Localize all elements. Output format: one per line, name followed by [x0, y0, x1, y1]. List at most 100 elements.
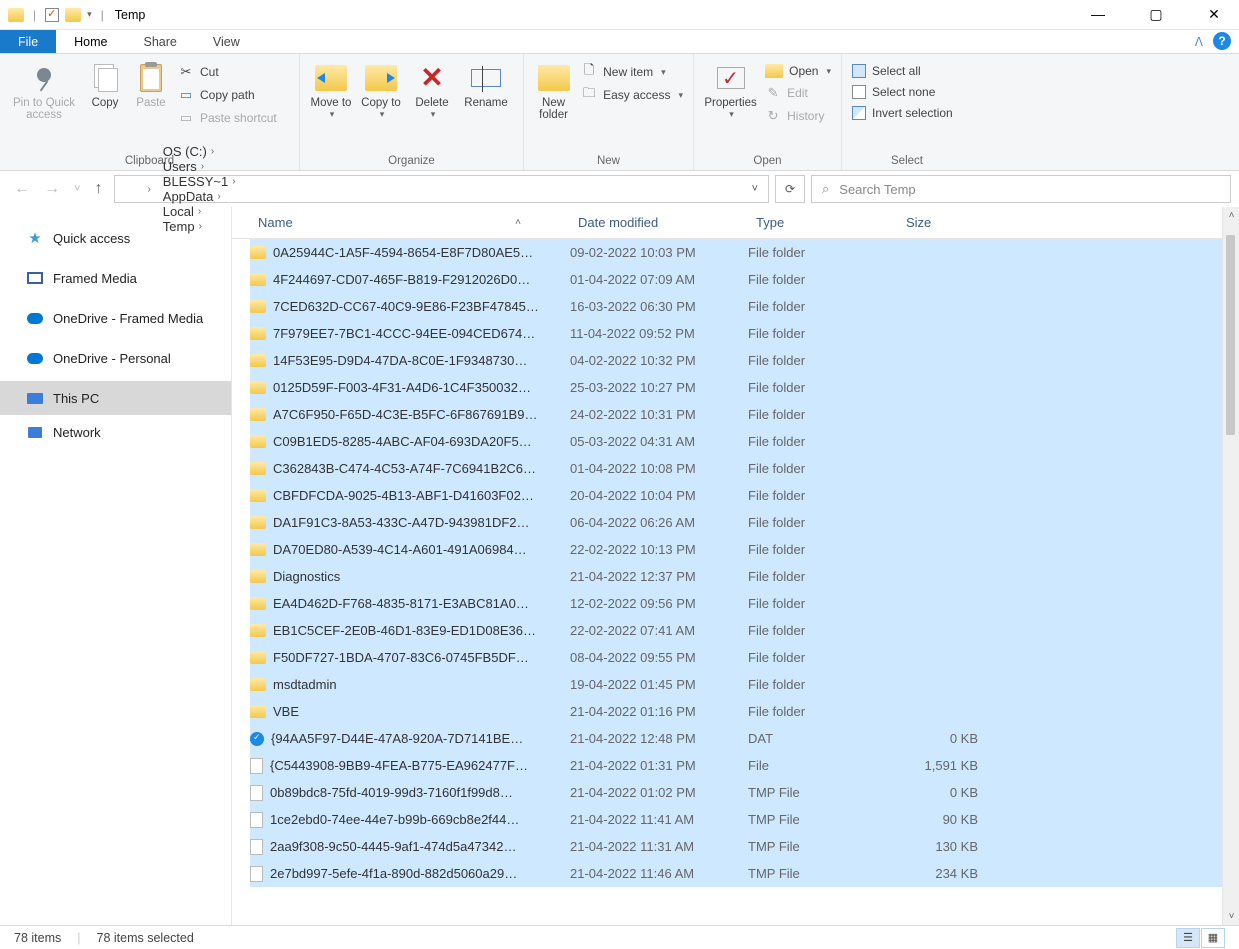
chevron-right-icon[interactable]: ›: [211, 146, 214, 157]
table-row[interactable]: 2aa9f308-9c50-4445-9af1-474d5a47342…21-0…: [250, 833, 1239, 860]
table-row[interactable]: EB1C5CEF-2E0B-46D1-83E9-ED1D08E36…22-02-…: [250, 617, 1239, 644]
sidebar-item[interactable]: OneDrive - Framed Media: [0, 301, 231, 335]
pin-to-quick-access-button[interactable]: Pin to Quick access: [6, 58, 82, 121]
breadcrumb-item[interactable]: AppData ›: [157, 189, 242, 204]
column-name[interactable]: Name˄: [250, 207, 570, 238]
chevron-right-icon[interactable]: ›: [147, 184, 150, 195]
table-row[interactable]: DA1F91C3-8A53-433C-A47D-943981DF2…06-04-…: [250, 509, 1239, 536]
table-row[interactable]: VBE21-04-2022 01:16 PMFile folder: [250, 698, 1239, 725]
chevron-right-icon[interactable]: ›: [217, 191, 220, 202]
back-button[interactable]: ←: [14, 180, 30, 198]
table-row[interactable]: 2e7bd997-5efe-4f1a-890d-882d5060a29…21-0…: [250, 860, 1239, 887]
table-row[interactable]: 4F244697-CD07-465F-B819-F2912026D0…01-04…: [250, 266, 1239, 293]
sidebar-item[interactable]: Network: [0, 415, 231, 449]
table-row[interactable]: 1ce2ebd0-74ee-44e7-b99b-669cb8e2f44…21-0…: [250, 806, 1239, 833]
qat-dropdown-icon[interactable]: ▾: [87, 9, 92, 20]
breadcrumb-item[interactable]: BLESSY~1 ›: [157, 174, 242, 189]
table-row[interactable]: F50DF727-1BDA-4707-83C6-0745FB5DF…08-04-…: [250, 644, 1239, 671]
view-icons-button[interactable]: ▦: [1201, 928, 1225, 948]
forward-button[interactable]: →: [44, 180, 60, 198]
sidebar-item[interactable]: ★Quick access: [0, 221, 231, 255]
sidebar-item[interactable]: This PC: [0, 381, 231, 415]
qat-sep: |: [30, 8, 39, 22]
properties-button[interactable]: ✓ Properties▾: [700, 58, 761, 120]
file-type: TMP File: [748, 866, 898, 881]
table-row[interactable]: 0A25944C-1A5F-4594-8654-E8F7D80AE5…09-02…: [250, 239, 1239, 266]
cut-button[interactable]: ✂Cut: [178, 64, 277, 80]
close-button[interactable]: ✕: [1199, 6, 1229, 23]
qat: | ▾ |: [8, 8, 107, 22]
sidebar-item[interactable]: OneDrive - Personal: [0, 341, 231, 375]
copy-path-button[interactable]: ▭Copy path: [178, 87, 277, 103]
file-name: 14F53E95-D9D4-47DA-8C0E-1F9348730…: [273, 353, 527, 368]
table-row[interactable]: 7F979EE7-7BC1-4CCC-94EE-094CED674…11-04-…: [250, 320, 1239, 347]
scroll-down-icon[interactable]: ˅: [1223, 908, 1239, 925]
up-button[interactable]: ↑: [94, 180, 102, 198]
sidebar-item-label: OneDrive - Framed Media: [53, 311, 203, 326]
scroll-up-icon[interactable]: ˄: [1223, 207, 1239, 224]
edit-button[interactable]: ✎Edit: [765, 85, 831, 101]
column-date[interactable]: Date modified: [570, 207, 748, 238]
new-item-button[interactable]: 🗋New item▾: [581, 64, 683, 80]
chevron-right-icon[interactable]: ›: [201, 161, 204, 172]
column-type[interactable]: Type: [748, 207, 898, 238]
file-name: CBFDFCDA-9025-4B13-ABF1-D41603F02…: [273, 488, 534, 503]
address-bar[interactable]: › OS (C:) ›Users ›BLESSY~1 ›AppData ›Loc…: [114, 175, 769, 203]
scissors-icon: ✂: [178, 64, 194, 80]
table-row[interactable]: 0125D59F-F003-4F31-A4D6-1C4F350032…25-03…: [250, 374, 1239, 401]
tab-share[interactable]: Share: [126, 30, 195, 53]
breadcrumb-item[interactable]: OS (C:) ›: [157, 144, 242, 159]
qat-checkbox-icon[interactable]: [45, 8, 59, 22]
column-size[interactable]: Size: [898, 207, 986, 238]
help-icon[interactable]: ?: [1213, 32, 1231, 50]
file-type: TMP File: [748, 839, 898, 854]
collapse-ribbon-icon[interactable]: ᐱ: [1189, 30, 1209, 53]
status-selected: 78 items selected: [97, 931, 194, 945]
breadcrumb-item[interactable]: Users ›: [157, 159, 242, 174]
file-type: File: [748, 758, 898, 773]
chevron-right-icon[interactable]: ›: [232, 176, 235, 187]
table-row[interactable]: C09B1ED5-8285-4ABC-AF04-693DA20F5…05-03-…: [250, 428, 1239, 455]
table-row[interactable]: 14F53E95-D9D4-47DA-8C0E-1F9348730…04-02-…: [250, 347, 1239, 374]
table-row[interactable]: {C5443908-9BB9-4FEA-B775-EA962477F…21-04…: [250, 752, 1239, 779]
easy-access-button[interactable]: 🗀Easy access▾: [581, 87, 683, 103]
table-row[interactable]: EA4D462D-F768-4835-8171-E3ABC81A0…12-02-…: [250, 590, 1239, 617]
table-row[interactable]: Diagnostics21-04-2022 12:37 PMFile folde…: [250, 563, 1239, 590]
table-row[interactable]: CBFDFCDA-9025-4B13-ABF1-D41603F02…20-04-…: [250, 482, 1239, 509]
table-row[interactable]: 0b89bdc8-75fd-4019-99d3-7160f1f99d8…21-0…: [250, 779, 1239, 806]
label: Paste: [136, 97, 165, 109]
scrollbar[interactable]: ˄ ˅: [1222, 207, 1239, 925]
scroll-thumb[interactable]: [1226, 235, 1235, 435]
sidebar-item[interactable]: Framed Media: [0, 261, 231, 295]
table-row[interactable]: {94AA5F97-D44E-47A8-920A-7D7141BE…21-04-…: [250, 725, 1239, 752]
refresh-button[interactable]: ⟳: [775, 175, 805, 203]
tab-home[interactable]: Home: [56, 30, 125, 53]
history-button[interactable]: ↻History: [765, 108, 831, 124]
table-row[interactable]: DA70ED80-A539-4C14-A601-491A06984…22-02-…: [250, 536, 1239, 563]
rename-button[interactable]: Rename: [458, 58, 514, 109]
copy-to-button[interactable]: Copy to▾: [356, 58, 406, 120]
select-none-button[interactable]: Select none: [852, 85, 953, 99]
table-row[interactable]: msdtadmin19-04-2022 01:45 PMFile folder: [250, 671, 1239, 698]
new-folder-button[interactable]: New folder: [530, 58, 577, 121]
table-row[interactable]: C362843B-C474-4C53-A74F-7C6941B2C6…01-04…: [250, 455, 1239, 482]
maximize-button[interactable]: ▢: [1141, 6, 1171, 23]
copy-button[interactable]: Copy: [82, 58, 128, 109]
paste-button[interactable]: Paste: [128, 58, 174, 109]
address-dropdown-icon[interactable]: ˅: [752, 183, 758, 195]
tab-view[interactable]: View: [195, 30, 258, 53]
paste-shortcut-button[interactable]: ▭Paste shortcut: [178, 110, 277, 126]
select-all-button[interactable]: Select all: [852, 64, 953, 78]
open-button[interactable]: Open▾: [765, 64, 831, 78]
invert-selection-button[interactable]: Invert selection: [852, 106, 953, 120]
table-row[interactable]: 7CED632D-CC67-40C9-9E86-F23BF47845…16-03…: [250, 293, 1239, 320]
recent-dropdown-icon[interactable]: ˅: [74, 183, 80, 195]
table-row[interactable]: A7C6F950-F65D-4C3E-B5FC-6F867691B9…24-02…: [250, 401, 1239, 428]
move-to-button[interactable]: Move to▾: [306, 58, 356, 120]
view-details-button[interactable]: ☰: [1176, 928, 1200, 948]
delete-button[interactable]: ✕ Delete▾: [406, 58, 458, 120]
search-input[interactable]: ⌕ Search Temp: [811, 175, 1231, 203]
checkbox-icon: ✓: [717, 67, 745, 89]
tab-file[interactable]: File: [0, 30, 56, 53]
minimize-button[interactable]: —: [1083, 6, 1113, 23]
